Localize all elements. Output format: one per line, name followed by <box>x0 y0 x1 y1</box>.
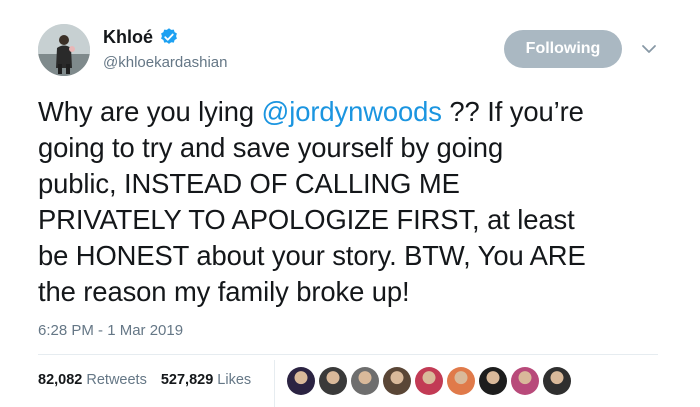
mention-link[interactable]: @jordynwoods <box>262 96 442 127</box>
author-display-name[interactable]: Khloé <box>103 27 153 48</box>
likes-count: 527,829 <box>160 372 214 388</box>
tweet-text: Why are you lying @jordynwoods ?? If you… <box>38 94 668 310</box>
author-handle[interactable]: @khloekardashian <box>103 54 227 71</box>
tweet-line: Why are you lying @jordynwoods ?? If you… <box>38 96 584 127</box>
divider <box>38 354 658 355</box>
chevron-down-icon[interactable] <box>640 42 658 56</box>
tweet-line: the reason my family broke up! <box>38 276 410 307</box>
author-info: Khloé @khloekardashian <box>103 26 227 72</box>
liker-avatar[interactable] <box>415 367 443 395</box>
retweets-label: Retweets <box>86 372 147 388</box>
tweet-line: PRIVATELY TO APOLOGIZE FIRST, at least <box>38 204 575 235</box>
likes-stat[interactable]: 527,829 Likes <box>161 372 251 388</box>
tweet-stats: 82,082 Retweets 527,829 Likes <box>38 372 251 388</box>
liker-avatar[interactable] <box>383 367 411 395</box>
retweets-stat[interactable]: 82,082 Retweets <box>38 372 147 388</box>
author-avatar[interactable] <box>38 24 90 76</box>
following-button[interactable]: Following <box>504 30 622 68</box>
liker-avatar[interactable] <box>351 367 379 395</box>
tweet-line: be HONEST about your story. BTW, You ARE <box>38 240 586 271</box>
liker-avatar[interactable] <box>479 367 507 395</box>
tweet-line: going to try and save yourself by going <box>38 132 504 163</box>
liker-avatar[interactable] <box>319 367 347 395</box>
liker-avatar[interactable] <box>287 367 315 395</box>
liker-avatar[interactable] <box>447 367 475 395</box>
liker-avatar[interactable] <box>511 367 539 395</box>
liker-avatar[interactable] <box>543 367 571 395</box>
verified-badge-icon <box>159 27 179 47</box>
tweet-timestamp[interactable]: 6:28 PM - 1 Mar 2019 <box>38 322 183 339</box>
liker-avatars <box>287 367 571 395</box>
retweets-count: 82,082 <box>38 372 83 388</box>
tweet-line: public, INSTEAD OF CALLING ME <box>38 168 460 199</box>
likes-label: Likes <box>217 372 252 388</box>
tweet-card: Khloé @khloekardashian Following Why are… <box>0 0 700 407</box>
stats-separator <box>274 360 275 407</box>
